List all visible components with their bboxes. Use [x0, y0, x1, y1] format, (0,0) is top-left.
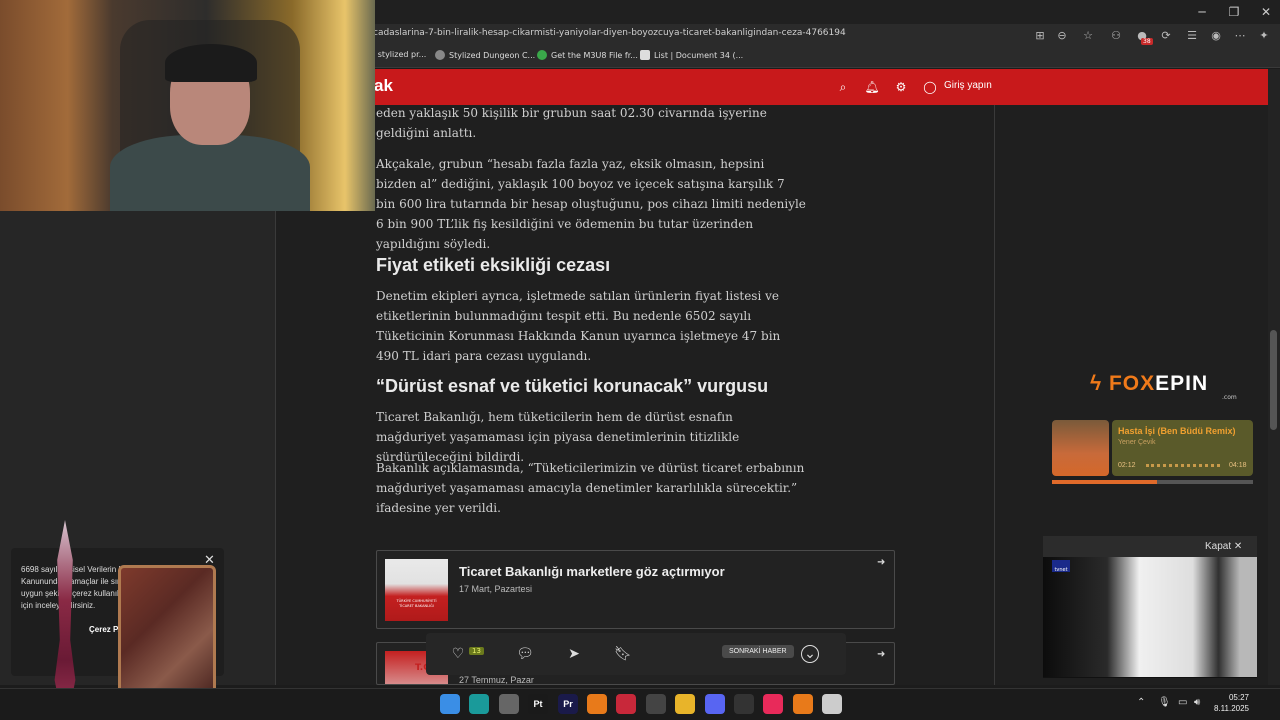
- taskbar-pycharm-icon[interactable]: Pt: [528, 694, 548, 714]
- comment-icon[interactable]: 💬︎: [516, 645, 534, 663]
- sliders-icon[interactable]: ⚙︎: [893, 79, 909, 95]
- next-article-button[interactable]: SONRAKİ HABER: [722, 645, 794, 658]
- taskbar-obs-icon[interactable]: [734, 694, 754, 714]
- music-cover: [1052, 420, 1109, 476]
- login-link[interactable]: Giriş yapın: [944, 80, 992, 91]
- scrollbar-thumb[interactable]: [1270, 330, 1277, 430]
- heart-icon[interactable]: ♡: [449, 645, 467, 663]
- maximize-button[interactable]: ❐: [1218, 0, 1250, 24]
- site-logo[interactable]: ak: [374, 76, 393, 96]
- music-waveform[interactable]: [1146, 464, 1220, 468]
- bookmark-1[interactable]: l stylized pr...: [373, 50, 426, 59]
- webcam-person-cap: [165, 44, 257, 82]
- bookmark-icon[interactable]: 🔖︎: [614, 645, 632, 663]
- foxepin-logo-part: FOX: [1108, 372, 1156, 395]
- close-icon: ✕: [1233, 541, 1243, 552]
- favorites-icon[interactable]: ☰: [1184, 27, 1200, 43]
- book-overlay: [118, 565, 216, 697]
- close-window-button[interactable]: ✕: [1250, 0, 1280, 24]
- taskbar-blender-2-icon[interactable]: [793, 694, 813, 714]
- reader-icon[interactable]: ⊖: [1054, 27, 1070, 43]
- column-divider: [994, 105, 995, 685]
- webcam-overlay: [0, 0, 375, 211]
- system-clock[interactable]: 05:27 8.11.2025: [1214, 692, 1249, 714]
- channel-logo: tvnet: [1052, 560, 1070, 573]
- taskbar-explorer-icon[interactable]: [675, 694, 695, 714]
- like-count-badge: 13: [469, 647, 484, 655]
- music-total: 04:18: [1229, 462, 1247, 469]
- taskbar-photos-icon[interactable]: [499, 694, 519, 714]
- article-paragraph: eden yaklaşık 50 kişilik bir grubun saat…: [376, 106, 767, 140]
- extension-badge: 38: [1141, 38, 1153, 45]
- bookmark-icon: [537, 50, 547, 60]
- music-title: Hasta İşi (Ben Büdü Remix): [1118, 426, 1236, 436]
- bookmark-icon: [435, 50, 445, 60]
- minimize-button[interactable]: ─: [1186, 0, 1218, 24]
- favorite-star-icon[interactable]: ☆: [1080, 27, 1096, 43]
- card-thumbnail: TÜRKİYE CUMHURİYETİ TİCARET BAKANLIĞI: [385, 559, 448, 621]
- taskbar-steam-icon[interactable]: [822, 694, 842, 714]
- chevron-down-icon[interactable]: ⌄: [801, 645, 819, 663]
- webcam-person-body: [110, 135, 310, 211]
- thumbnail-caption: TÜRKİYE CUMHURİYETİ TİCARET BAKANLIĞI: [396, 599, 437, 608]
- article-paragraph: Bakanlık açıklamasında, “Tüketicilerimiz…: [376, 461, 805, 515]
- bell-icon[interactable]: 🔔︎: [864, 79, 880, 95]
- music-elapsed: 02:12: [1118, 462, 1136, 469]
- site-header: [374, 69, 1268, 105]
- taskbar-premiere-icon[interactable]: Pr: [558, 694, 578, 714]
- taskbar-player-icon[interactable]: [763, 694, 783, 714]
- taskbar-windows-start-icon[interactable]: [440, 694, 460, 714]
- related-article-card[interactable]: TÜRKİYE CUMHURİYETİ TİCARET BAKANLIĞI Ti…: [376, 550, 895, 629]
- card-date: 27 Temmuz, Pazar: [459, 675, 534, 685]
- share-icon[interactable]: ➤: [565, 645, 583, 663]
- arrow-right-icon: ➜: [877, 649, 886, 660]
- arrow-right-icon: ➜: [877, 557, 886, 568]
- microphone-icon[interactable]: 🎙︎: [1158, 697, 1171, 708]
- chevron-up-icon[interactable]: ⌃: [1137, 697, 1145, 708]
- taskbar-discord-icon[interactable]: [705, 694, 725, 714]
- taskbar-search-app-icon[interactable]: [646, 694, 666, 714]
- taskbar-recorder-icon[interactable]: [616, 694, 636, 714]
- more-menu-icon[interactable]: ⋯: [1232, 27, 1248, 43]
- bookmark-2[interactable]: Stylized Dungeon C...: [435, 50, 535, 60]
- video-frame[interactable]: [1043, 557, 1257, 677]
- article-paragraph: Denetim ekipleri ayrıca, işletmede satıl…: [376, 289, 781, 363]
- taskbar-blender-icon[interactable]: [587, 694, 607, 714]
- article-paragraph: Akçakale, grubun “hesabı fazla fazla yaz…: [376, 157, 806, 251]
- bookmark-3[interactable]: Get the M3U8 File fr...: [537, 50, 638, 60]
- bookmark-icon: [640, 50, 650, 60]
- profile-avatar[interactable]: ◉: [1208, 27, 1224, 43]
- url-text[interactable]: cadaslarina-7-bin-liralik-hesap-cikarmis…: [373, 28, 846, 38]
- music-progress-fill: [1052, 480, 1157, 484]
- taskbar: [0, 688, 1280, 720]
- extension-icon[interactable]: ⚇: [1108, 27, 1124, 43]
- video-close-button[interactable]: Kapat ✕: [1205, 541, 1242, 552]
- bookmark-4[interactable]: List | Document 34 (...: [640, 50, 743, 60]
- network-icon[interactable]: ▭: [1178, 697, 1187, 708]
- search-icon[interactable]: ⌕: [835, 79, 851, 95]
- refresh-icon[interactable]: ⟳: [1158, 27, 1174, 43]
- foxepin-domain: .com: [1222, 394, 1237, 401]
- card-date: 17 Mart, Pazartesi: [459, 584, 533, 594]
- section-heading: “Dürüst esnaf ve tüketici korunacak” vur…: [376, 376, 769, 396]
- taskbar-edge-icon[interactable]: [469, 694, 489, 714]
- foxepin-logo[interactable]: ϟ FOXEPIN: [1090, 372, 1208, 396]
- user-icon[interactable]: ◯: [922, 79, 938, 95]
- app-icon[interactable]: ⊞: [1032, 27, 1048, 43]
- volume-icon[interactable]: 🔊︎: [1194, 697, 1200, 708]
- card-title[interactable]: Ticaret Bakanlığı marketlere göz açtırmı…: [459, 564, 725, 579]
- music-artist: Yener Çevik: [1118, 439, 1156, 446]
- section-heading: Fiyat etiketi eksikliği cezası: [376, 255, 611, 275]
- copilot-icon[interactable]: ✦: [1256, 27, 1272, 43]
- foxepin-logo-part: EPIN: [1155, 372, 1209, 395]
